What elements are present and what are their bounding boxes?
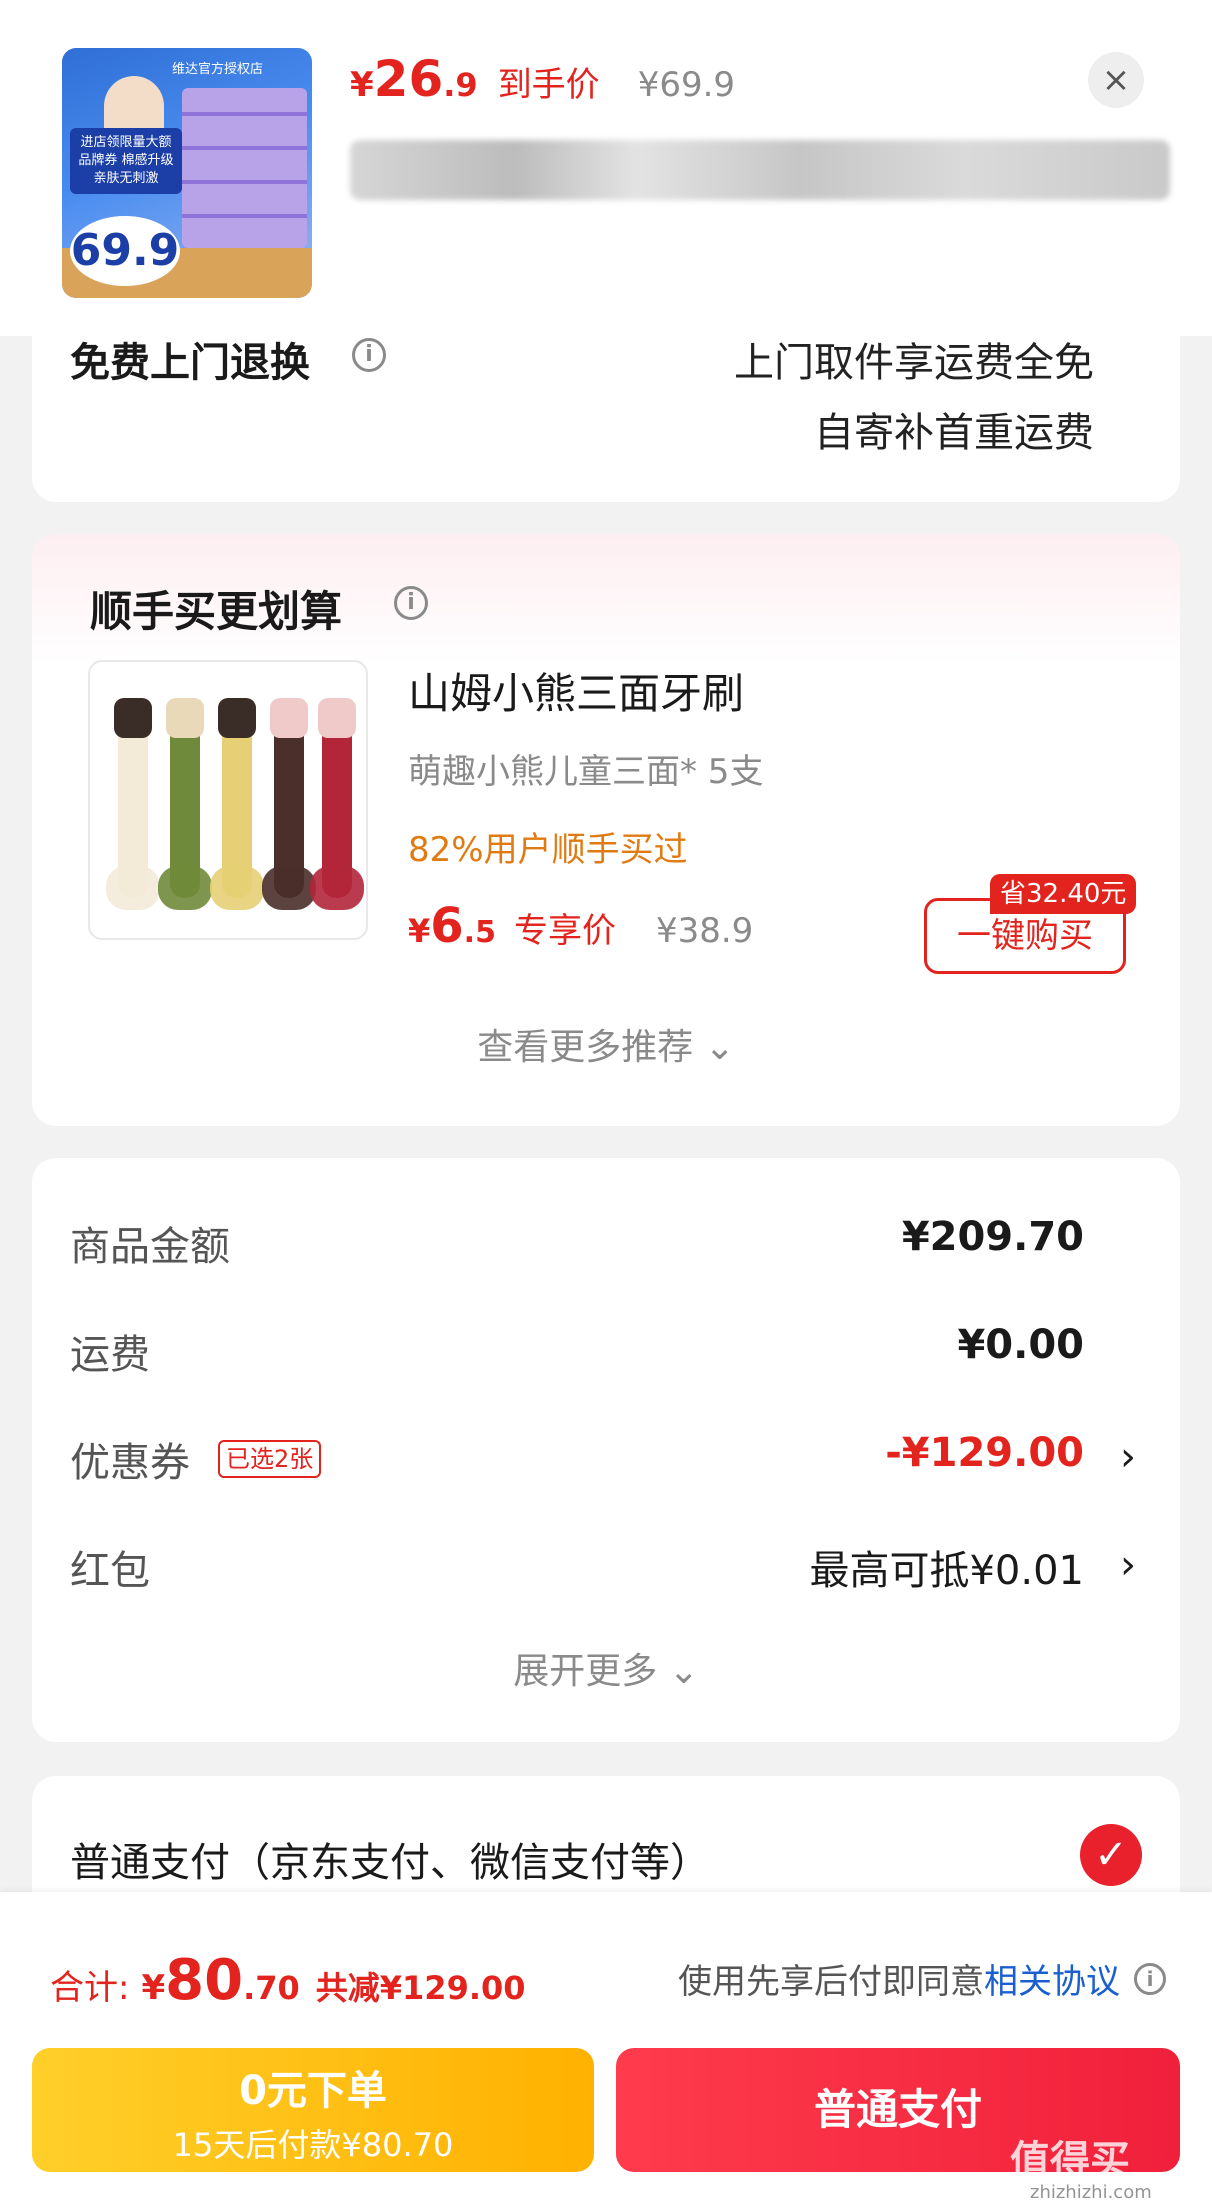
pay-later-button[interactable]: 0元下单 15天后付款¥80.70 xyxy=(32,2048,594,2172)
return-service-card: 免费上门退换 i 上门取件享运费全免 自寄补首重运费 xyxy=(32,306,1180,502)
row-label: 运费 xyxy=(70,1332,150,1378)
recommend-price: ¥ 6 .5 专享价 ¥38.9 xyxy=(408,898,753,954)
product-header: 维达官方授权店 进店领限量大额品牌券 棉感升级 亲肤无刺激 69.9 ¥26 .… xyxy=(0,0,1212,336)
price-label: 到手价 xyxy=(497,65,600,105)
shop-tag: 维达官方授权店 xyxy=(172,62,264,77)
payment-option-card[interactable]: 普通支付（京东支付、微信支付等） ✓ xyxy=(32,1776,1180,1896)
row-value: 最高可抵¥0.01 xyxy=(809,1548,1084,1594)
toothbrush-brown xyxy=(262,698,316,910)
more-recommend-link[interactable]: 查看更多推荐 ⌄ xyxy=(32,1018,1180,1070)
row-value: ¥209.70 xyxy=(901,1214,1084,1260)
red-packet-row[interactable]: 红包 最高可抵¥0.01 › xyxy=(70,1538,1142,1598)
chevron-right-icon: › xyxy=(1120,1542,1136,1588)
row-label: 优惠券 xyxy=(70,1440,190,1486)
price-decimal: .5 xyxy=(463,915,496,950)
toothbrush-yellow xyxy=(210,698,264,910)
shipping-row: 运费 ¥0.00 xyxy=(70,1322,1142,1382)
thumbnail-price-badge: 69.9 xyxy=(70,216,180,286)
order-total: 合计: ¥ 80 .70 共减¥129.00 xyxy=(50,1948,526,2013)
price-decimal: .9 xyxy=(443,66,478,104)
info-icon[interactable]: i xyxy=(352,338,386,372)
agreement-link[interactable]: 相关协议 xyxy=(984,1954,1120,2003)
chevron-right-icon: › xyxy=(1120,1434,1136,1480)
agreement-note: 使用先享后付即同意 相关协议 i xyxy=(678,1954,1166,2003)
return-self-ship: 自寄补首重运费 xyxy=(814,410,1094,456)
total-integer: 80 xyxy=(165,1948,244,2013)
pay-later-main-label: 0元下单 xyxy=(239,2068,387,2114)
coupon-row[interactable]: 优惠券 已选2张 -¥129.00 › xyxy=(70,1430,1142,1490)
price-summary-card: 商品金额 ¥209.70 运费 ¥0.00 优惠券 已选2张 -¥129.00 … xyxy=(32,1158,1180,1742)
check-icon[interactable]: ✓ xyxy=(1080,1824,1142,1886)
header-price: ¥26 .9 到手价 ¥69.9 xyxy=(350,50,735,110)
coupon-selected-tag: 已选2张 xyxy=(218,1440,322,1478)
return-free-pickup: 上门取件享运费全免 xyxy=(734,340,1094,386)
recommend-heading: 顺手买更划算 xyxy=(90,587,343,636)
watermark-logo: 值得买 xyxy=(1010,2138,1130,2184)
total-currency: ¥ xyxy=(141,1968,166,2008)
price-label: 专享价 xyxy=(513,911,616,951)
watermark-url: zhizhizhi.com xyxy=(1030,2182,1152,2203)
row-label: 商品金额 xyxy=(70,1224,230,1270)
recommend-bought-rate: 82%用户顺手买过 xyxy=(408,830,688,870)
row-value: -¥129.00 xyxy=(885,1430,1084,1476)
save-badge: 省32.40元 xyxy=(990,874,1137,914)
price-integer: 26 xyxy=(373,50,444,108)
close-icon[interactable]: × xyxy=(1088,52,1144,108)
return-service-title: 免费上门退换 xyxy=(70,340,310,386)
total-decimal: .70 xyxy=(243,1969,300,2007)
payment-option-label: 普通支付（京东支付、微信支付等） xyxy=(70,1840,710,1886)
recommend-product-name[interactable]: 山姆小熊三面牙刷 xyxy=(408,660,744,721)
toothbrush-red xyxy=(310,698,364,910)
pay-later-sub-label: 15天后付款¥80.70 xyxy=(172,2126,454,2164)
total-reduction: 共减¥129.00 xyxy=(315,1969,526,2007)
price-integer: 6 xyxy=(430,898,464,954)
agreement-text: 使用先享后付即同意 xyxy=(678,1962,984,2002)
product-thumbnail[interactable]: 维达官方授权店 进店领限量大额品牌券 棉感升级 亲肤无刺激 69.9 xyxy=(62,48,312,298)
toothbrush-white xyxy=(106,698,160,910)
row-label: 红包 xyxy=(70,1548,150,1594)
expand-more-link[interactable]: 展开更多 ⌄ xyxy=(32,1642,1180,1694)
info-icon[interactable]: i xyxy=(1134,1962,1166,1995)
toothbrush-green xyxy=(158,698,212,910)
blurred-product-title xyxy=(350,140,1170,200)
recommend-product-desc: 萌趣小熊儿童三面* 5支 xyxy=(408,752,764,792)
info-icon[interactable]: i xyxy=(394,586,428,620)
total-label: 合计: xyxy=(50,1968,130,2008)
price-currency: ¥ xyxy=(350,65,374,105)
recommend-card: 顺手买更划算 i 山姆小熊三面牙刷 萌趣小熊儿童三面* 5支 82%用户顺手买过… xyxy=(32,534,1180,1126)
row-value: ¥0.00 xyxy=(957,1322,1084,1368)
promo-banner: 进店领限量大额品牌券 棉感升级 亲肤无刺激 xyxy=(70,128,182,194)
original-price: ¥69.9 xyxy=(637,65,736,105)
toothbrush-image[interactable] xyxy=(88,660,368,940)
goods-amount-row: 商品金额 ¥209.70 xyxy=(70,1214,1142,1274)
tissue-boxes-image xyxy=(182,88,307,248)
original-price: ¥38.9 xyxy=(655,911,754,951)
price-currency: ¥ xyxy=(408,912,431,950)
checkout-page: 维达官方授权店 进店领限量大额品牌券 棉感升级 亲肤无刺激 69.9 ¥26 .… xyxy=(0,0,1212,2209)
